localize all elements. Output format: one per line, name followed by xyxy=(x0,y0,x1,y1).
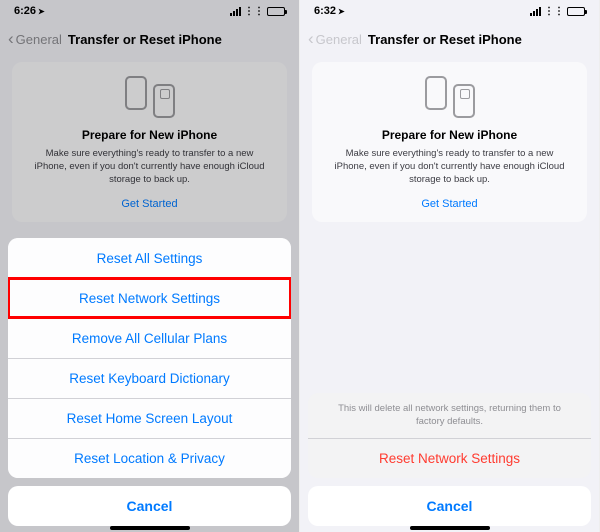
location-icon: ➤ xyxy=(338,7,345,16)
reset-location-privacy[interactable]: Reset Location & Privacy xyxy=(8,438,291,478)
confirm-action-sheet: This will delete all network settings, r… xyxy=(308,393,591,526)
reset-network-settings[interactable]: Reset Network Settings xyxy=(8,278,291,318)
remove-all-cellular-plans[interactable]: Remove All Cellular Plans xyxy=(8,318,291,358)
card-desc: Make sure everything's ready to transfer… xyxy=(322,148,577,186)
back-chevron-icon[interactable]: ‹ xyxy=(308,29,314,49)
nav-header: ‹ General Transfer or Reset iPhone xyxy=(300,22,599,56)
cancel-button[interactable]: Cancel xyxy=(8,486,291,526)
cancel-button[interactable]: Cancel xyxy=(308,486,591,526)
reset-keyboard-dictionary[interactable]: Reset Keyboard Dictionary xyxy=(8,358,291,398)
status-time: 6:32 xyxy=(314,5,336,17)
reset-all-settings[interactable]: Reset All Settings xyxy=(8,238,291,278)
home-indicator[interactable] xyxy=(410,526,490,530)
prepare-card: Prepare for New iPhone Make sure everyth… xyxy=(312,62,587,222)
signal-icon xyxy=(530,7,541,16)
battery-icon xyxy=(567,7,585,16)
reset-action-sheet: Reset All Settings Reset Network Setting… xyxy=(8,238,291,526)
confirm-message: This will delete all network settings, r… xyxy=(308,393,591,438)
confirm-reset-network-settings[interactable]: Reset Network Settings xyxy=(308,438,591,478)
devices-icon xyxy=(322,76,577,118)
reset-home-screen-layout[interactable]: Reset Home Screen Layout xyxy=(8,398,291,438)
back-button[interactable]: General xyxy=(316,32,362,47)
home-indicator[interactable] xyxy=(110,526,190,530)
status-bar: 6:32 ➤ ⋮⋮ xyxy=(300,0,599,22)
page-title: Transfer or Reset iPhone xyxy=(368,32,522,47)
card-title: Prepare for New iPhone xyxy=(322,128,577,142)
screenshot-right: 6:32 ➤ ⋮⋮ ‹ General Transfer or Reset iP… xyxy=(300,0,600,532)
get-started-link[interactable]: Get Started xyxy=(421,198,477,210)
wifi-icon: ⋮⋮ xyxy=(544,6,564,17)
screenshot-left: 6:26 ➤ ⋮⋮ ‹ General Transfer or Reset iP… xyxy=(0,0,300,532)
